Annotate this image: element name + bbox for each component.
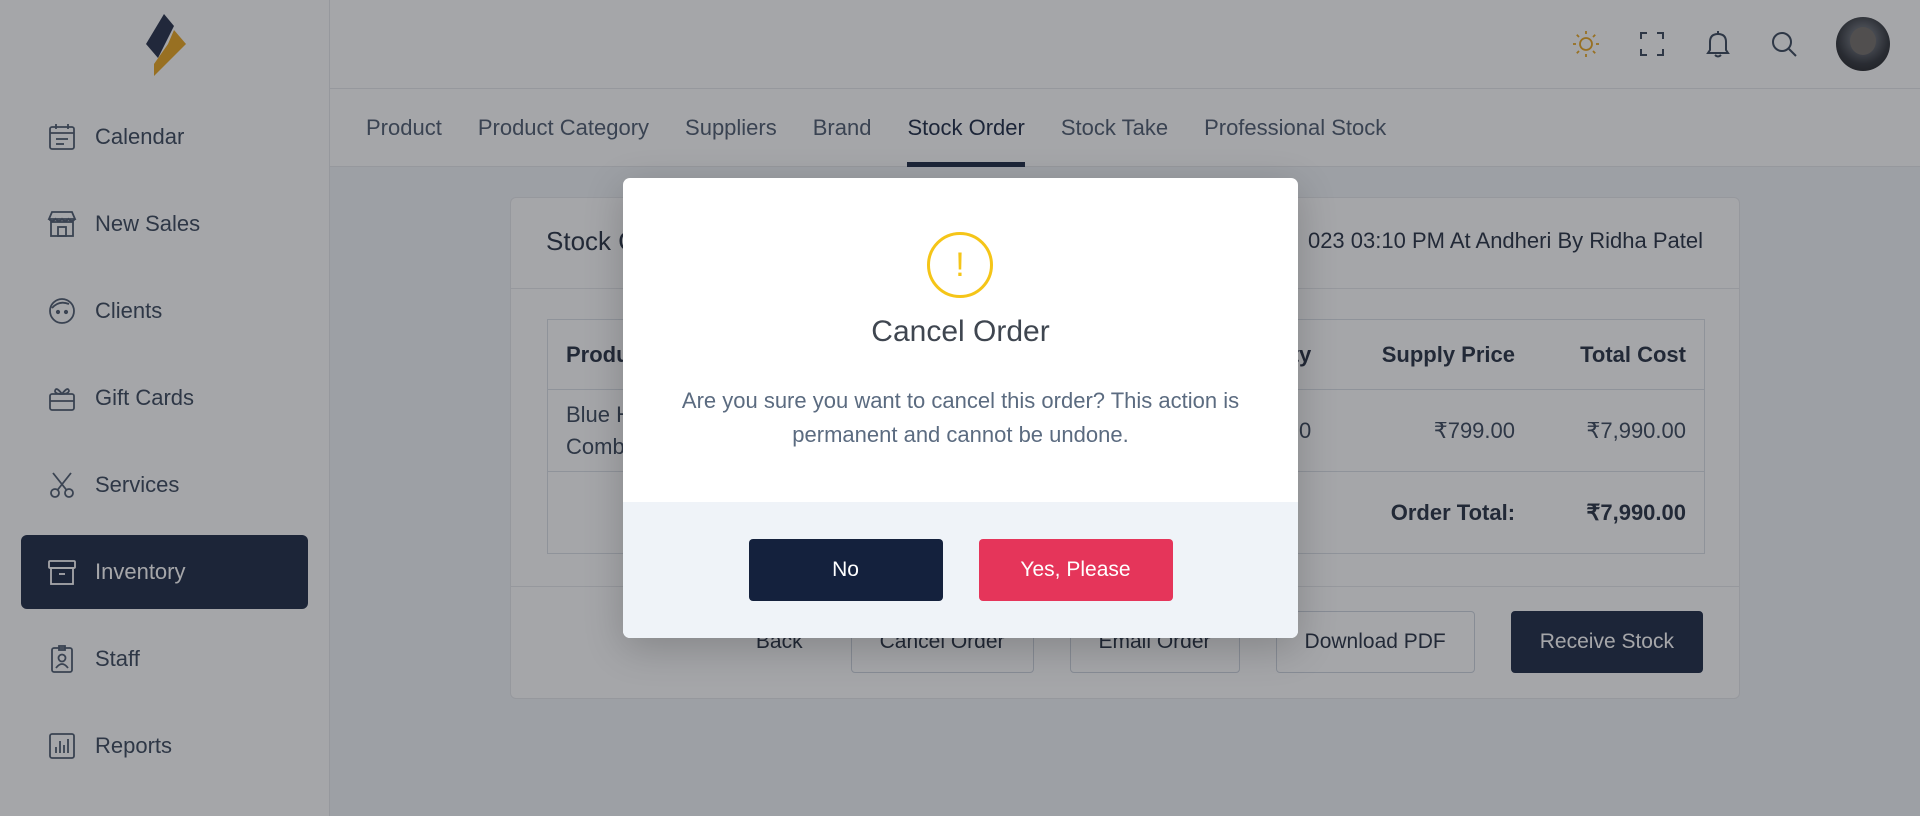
no-button[interactable]: No — [748, 539, 943, 601]
cancel-order-dialog: ! Cancel Order Are you sure you want to … — [623, 178, 1298, 638]
dialog-title: Cancel Order — [871, 315, 1050, 348]
dialog-message: Are you sure you want to cancel this ord… — [681, 388, 1240, 447]
dialog-footer: No Yes, Please — [623, 502, 1298, 638]
yes-please-button[interactable]: Yes, Please — [978, 539, 1173, 601]
warning-icon: ! — [927, 232, 993, 298]
